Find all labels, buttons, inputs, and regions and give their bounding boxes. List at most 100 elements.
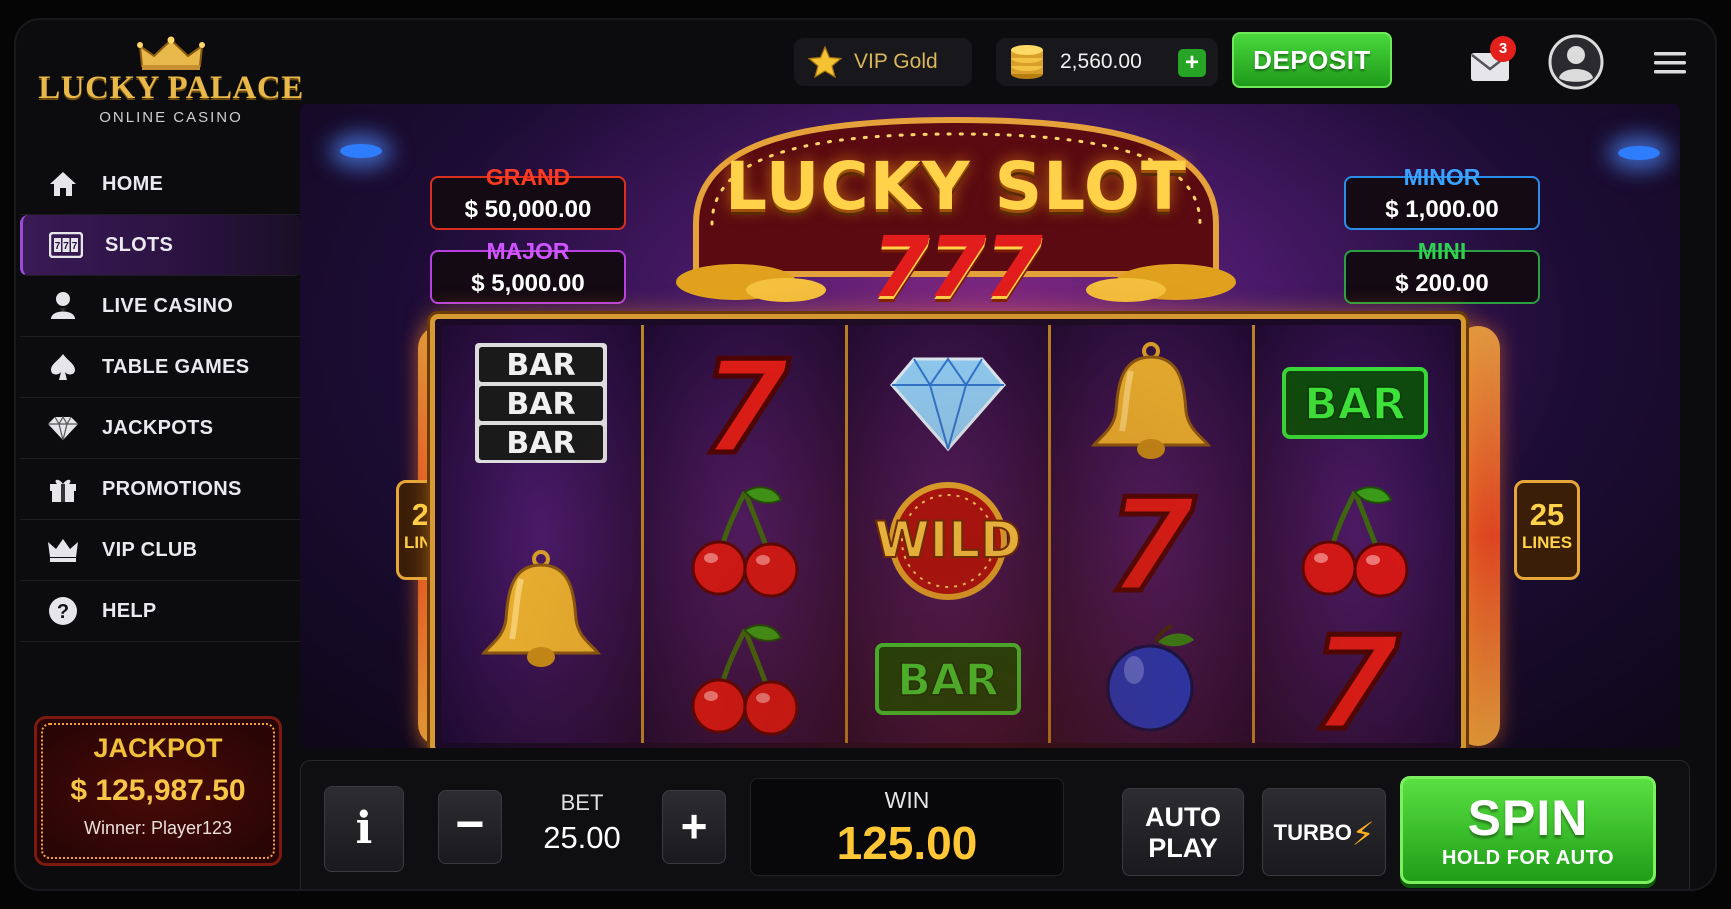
plum-symbol bbox=[1051, 613, 1251, 745]
avatar-icon bbox=[1548, 34, 1604, 90]
svg-text:BAR: BAR bbox=[507, 426, 576, 461]
sidebar-item-jackpots[interactable]: JACKPOTS bbox=[20, 398, 302, 459]
deposit-button[interactable]: DEPOSIT bbox=[1232, 32, 1392, 88]
paylines-count: 25 bbox=[1529, 497, 1565, 532]
jackpot-grand-value: $ 50,000.00 bbox=[464, 196, 592, 223]
device-frame: LUCKY PALACE ONLINE CASINO HOME 777 SLOT… bbox=[0, 0, 1731, 909]
logo[interactable]: LUCKY PALACE ONLINE CASINO bbox=[36, 36, 306, 126]
mail-count-badge: 3 bbox=[1490, 36, 1516, 62]
turbo-button[interactable]: TURBO⚡ bbox=[1262, 788, 1386, 876]
coin-stack-icon bbox=[1011, 45, 1043, 79]
jackpot-mini: MINI $ 200.00 bbox=[1344, 238, 1540, 304]
sidebar-item-label: SLOTS bbox=[105, 233, 174, 256]
cherries-symbol bbox=[644, 475, 844, 607]
sidebar-item-table-games[interactable]: TABLE GAMES bbox=[20, 337, 302, 398]
jackpot-major-label: MAJOR bbox=[486, 238, 570, 264]
profile-button[interactable] bbox=[1546, 32, 1606, 92]
sidebar-item-promotions[interactable]: PROMOTIONS bbox=[20, 459, 302, 520]
paylines-label: LINES bbox=[1521, 533, 1573, 552]
jackpot-major-value: $ 5,000.00 bbox=[471, 270, 585, 297]
jackpot-grand: GRAND $ 50,000.00 bbox=[430, 164, 626, 230]
sidebar-jackpot-title: JACKPOT bbox=[93, 733, 223, 763]
bet-display: BET 25.00 bbox=[520, 790, 644, 864]
cherries-symbol bbox=[644, 613, 844, 745]
increase-bet-button[interactable]: + bbox=[662, 790, 726, 864]
jackpot-mini-label: MINI bbox=[1417, 238, 1467, 264]
svg-text:BAR: BAR bbox=[897, 655, 998, 706]
slot-game-stage: GRAND $ 50,000.00 MAJOR $ 5,000.00 MINOR… bbox=[300, 104, 1680, 748]
sidebar-item-label: TABLE GAMES bbox=[102, 355, 250, 378]
sidebar-item-help[interactable]: ? HELP bbox=[20, 581, 302, 642]
svg-text:BAR: BAR bbox=[507, 348, 576, 383]
empty-symbol bbox=[441, 613, 641, 745]
logo-title: LUCKY PALACE bbox=[38, 70, 304, 106]
spade-icon bbox=[46, 352, 80, 382]
bet-value: 25.00 bbox=[543, 820, 621, 855]
reel-3: WILD BAR bbox=[847, 325, 1052, 745]
jackpot-mini-value: $ 200.00 bbox=[1395, 270, 1489, 297]
reel-1: BAR BAR BAR bbox=[441, 325, 645, 745]
sidebar-jackpot-amount: $ 125,987.50 bbox=[70, 774, 246, 807]
sidebar-jackpot-winner: Winner: Player123 bbox=[83, 818, 233, 838]
reel-window[interactable]: BAR BAR BAR 7 WILD BAR 7 BAR 7 bbox=[430, 314, 1466, 748]
reels: BAR BAR BAR 7 WILD BAR 7 BAR 7 bbox=[441, 325, 1456, 745]
jackpot-major: MAJOR $ 5,000.00 bbox=[430, 238, 626, 304]
vip-status[interactable]: VIP Gold bbox=[794, 38, 972, 86]
lightning-icon: ⚡ bbox=[1351, 816, 1375, 853]
bar-symbol: BAR bbox=[848, 613, 1048, 745]
sidebar-item-vip-club[interactable]: VIP CLUB bbox=[20, 520, 302, 581]
autoplay-label-line2: PLAY bbox=[1148, 833, 1218, 863]
turbo-label: TURBO bbox=[1273, 820, 1352, 845]
svg-text:7: 7 bbox=[63, 241, 69, 252]
svg-text:7: 7 bbox=[1107, 482, 1196, 600]
svg-text:BAR: BAR bbox=[507, 387, 576, 422]
reel-2: 7 bbox=[644, 325, 848, 745]
diamond-icon bbox=[46, 413, 80, 443]
bell-symbol bbox=[1051, 337, 1251, 469]
stage-light bbox=[1618, 146, 1660, 160]
sidebar-jackpot-panel[interactable]: JACKPOT $ 125,987.50 Winner: Player123 bbox=[34, 716, 282, 866]
sidebar-item-home[interactable]: HOME bbox=[20, 154, 302, 215]
decrease-bet-button[interactable]: − bbox=[438, 790, 502, 864]
dealer-icon bbox=[46, 291, 80, 321]
triple-bar-symbol: BAR BAR BAR bbox=[441, 337, 641, 469]
menu-button[interactable] bbox=[1650, 46, 1690, 80]
win-value: 125.00 bbox=[836, 817, 978, 869]
paytable-info-button[interactable]: i bbox=[324, 786, 404, 872]
spin-button[interactable]: SPIN HOLD FOR AUTO bbox=[1400, 776, 1656, 884]
win-label: WIN bbox=[884, 787, 930, 813]
cherries-symbol bbox=[1255, 475, 1455, 607]
svg-text:BAR: BAR bbox=[1304, 379, 1405, 430]
seven-symbol: 7 bbox=[1255, 613, 1455, 745]
hamburger-menu-icon bbox=[1654, 52, 1686, 74]
mail-button[interactable]: 3 bbox=[1462, 36, 1522, 86]
svg-text:7: 7 bbox=[55, 241, 61, 252]
crown-logo-icon bbox=[137, 36, 205, 70]
seven-symbol: 7 bbox=[644, 337, 844, 469]
sidebar-item-label: VIP CLUB bbox=[102, 538, 198, 561]
wild-symbol: WILD bbox=[848, 475, 1048, 607]
game-title: LUCKY SLOT bbox=[724, 148, 1187, 225]
sidebar-item-label: HOME bbox=[102, 172, 164, 195]
home-icon bbox=[46, 169, 80, 199]
stage-light bbox=[340, 144, 382, 158]
jackpot-grand-label: GRAND bbox=[485, 164, 571, 190]
sidebar-nav: HOME 777 SLOTS LIVE CASINO TABLE GAMES J… bbox=[20, 154, 302, 642]
autoplay-label-line1: AUTO bbox=[1144, 802, 1221, 832]
slot-machine-icon: 777 bbox=[49, 230, 83, 260]
control-panel: i − BET 25.00 + WIN 125.00 AUTO PLAY TUR… bbox=[300, 760, 1700, 889]
help-icon: ? bbox=[46, 596, 80, 626]
sidebar-item-live-casino[interactable]: LIVE CASINO bbox=[20, 276, 302, 337]
add-funds-button[interactable]: + bbox=[1178, 49, 1206, 77]
svg-text:7: 7 bbox=[72, 241, 78, 252]
spin-label: SPIN bbox=[1467, 790, 1589, 846]
gift-icon bbox=[46, 474, 80, 504]
bet-label: BET bbox=[560, 790, 604, 815]
autoplay-button[interactable]: AUTO PLAY bbox=[1122, 788, 1244, 876]
coin-balance: 2,560.00 + bbox=[996, 38, 1218, 86]
casino-screen: LUCKY PALACE ONLINE CASINO HOME 777 SLOT… bbox=[14, 18, 1717, 891]
crown-icon bbox=[46, 535, 80, 565]
sidebar-item-slots[interactable]: 777 SLOTS bbox=[20, 215, 302, 276]
game-title-marquee: LUCKY SLOT 777 bbox=[676, 114, 1236, 316]
spin-sublabel: HOLD FOR AUTO bbox=[1441, 847, 1615, 869]
